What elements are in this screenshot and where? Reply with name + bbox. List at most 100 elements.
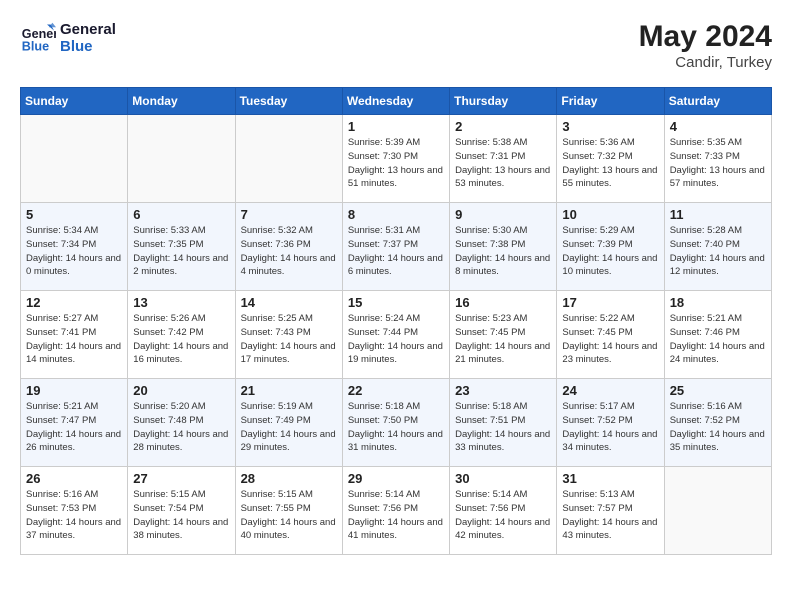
day-number: 9 — [455, 207, 551, 222]
calendar-cell: 5 Sunrise: 5:34 AM Sunset: 7:34 PM Dayli… — [21, 203, 128, 291]
calendar-table: SundayMondayTuesdayWednesdayThursdayFrid… — [20, 87, 772, 555]
day-number: 30 — [455, 471, 551, 486]
calendar-cell: 3 Sunrise: 5:36 AM Sunset: 7:32 PM Dayli… — [557, 115, 664, 203]
day-info: Sunrise: 5:23 AM Sunset: 7:45 PM Dayligh… — [455, 312, 551, 367]
day-info: Sunrise: 5:21 AM Sunset: 7:46 PM Dayligh… — [670, 312, 766, 367]
day-info: Sunrise: 5:34 AM Sunset: 7:34 PM Dayligh… — [26, 224, 122, 279]
day-number: 20 — [133, 383, 229, 398]
calendar-cell: 22 Sunrise: 5:18 AM Sunset: 7:50 PM Dayl… — [342, 379, 449, 467]
calendar-cell: 23 Sunrise: 5:18 AM Sunset: 7:51 PM Dayl… — [450, 379, 557, 467]
day-info: Sunrise: 5:32 AM Sunset: 7:36 PM Dayligh… — [241, 224, 337, 279]
calendar-cell: 8 Sunrise: 5:31 AM Sunset: 7:37 PM Dayli… — [342, 203, 449, 291]
day-number: 10 — [562, 207, 658, 222]
calendar-cell: 21 Sunrise: 5:19 AM Sunset: 7:49 PM Dayl… — [235, 379, 342, 467]
day-info: Sunrise: 5:30 AM Sunset: 7:38 PM Dayligh… — [455, 224, 551, 279]
day-number: 1 — [348, 119, 444, 134]
calendar-week-2: 5 Sunrise: 5:34 AM Sunset: 7:34 PM Dayli… — [21, 203, 772, 291]
calendar-week-1: 1 Sunrise: 5:39 AM Sunset: 7:30 PM Dayli… — [21, 115, 772, 203]
day-number: 3 — [562, 119, 658, 134]
day-info: Sunrise: 5:17 AM Sunset: 7:52 PM Dayligh… — [562, 400, 658, 455]
calendar-cell: 14 Sunrise: 5:25 AM Sunset: 7:43 PM Dayl… — [235, 291, 342, 379]
weekday-header-sunday: Sunday — [21, 88, 128, 115]
day-info: Sunrise: 5:15 AM Sunset: 7:54 PM Dayligh… — [133, 488, 229, 543]
day-info: Sunrise: 5:28 AM Sunset: 7:40 PM Dayligh… — [670, 224, 766, 279]
day-info: Sunrise: 5:14 AM Sunset: 7:56 PM Dayligh… — [348, 488, 444, 543]
weekday-header-monday: Monday — [128, 88, 235, 115]
day-number: 2 — [455, 119, 551, 134]
day-number: 16 — [455, 295, 551, 310]
calendar-cell: 6 Sunrise: 5:33 AM Sunset: 7:35 PM Dayli… — [128, 203, 235, 291]
calendar-cell — [128, 115, 235, 203]
weekday-header-wednesday: Wednesday — [342, 88, 449, 115]
day-number: 4 — [670, 119, 766, 134]
calendar-cell: 26 Sunrise: 5:16 AM Sunset: 7:53 PM Dayl… — [21, 467, 128, 555]
day-number: 28 — [241, 471, 337, 486]
day-info: Sunrise: 5:20 AM Sunset: 7:48 PM Dayligh… — [133, 400, 229, 455]
day-info: Sunrise: 5:16 AM Sunset: 7:53 PM Dayligh… — [26, 488, 122, 543]
calendar-cell: 28 Sunrise: 5:15 AM Sunset: 7:55 PM Dayl… — [235, 467, 342, 555]
calendar-cell: 12 Sunrise: 5:27 AM Sunset: 7:41 PM Dayl… — [21, 291, 128, 379]
title-block: May 2024 Candir, Turkey — [639, 20, 772, 71]
day-number: 12 — [26, 295, 122, 310]
calendar-cell: 20 Sunrise: 5:20 AM Sunset: 7:48 PM Dayl… — [128, 379, 235, 467]
calendar-cell: 30 Sunrise: 5:14 AM Sunset: 7:56 PM Dayl… — [450, 467, 557, 555]
day-number: 6 — [133, 207, 229, 222]
calendar-cell: 18 Sunrise: 5:21 AM Sunset: 7:46 PM Dayl… — [664, 291, 771, 379]
day-number: 19 — [26, 383, 122, 398]
page-header: General Blue General Blue May 2024 Candi… — [20, 20, 772, 71]
calendar-cell: 25 Sunrise: 5:16 AM Sunset: 7:52 PM Dayl… — [664, 379, 771, 467]
calendar-cell: 2 Sunrise: 5:38 AM Sunset: 7:31 PM Dayli… — [450, 115, 557, 203]
calendar-week-5: 26 Sunrise: 5:16 AM Sunset: 7:53 PM Dayl… — [21, 467, 772, 555]
calendar-cell: 7 Sunrise: 5:32 AM Sunset: 7:36 PM Dayli… — [235, 203, 342, 291]
calendar-cell: 9 Sunrise: 5:30 AM Sunset: 7:38 PM Dayli… — [450, 203, 557, 291]
day-info: Sunrise: 5:14 AM Sunset: 7:56 PM Dayligh… — [455, 488, 551, 543]
day-number: 23 — [455, 383, 551, 398]
day-number: 24 — [562, 383, 658, 398]
day-info: Sunrise: 5:33 AM Sunset: 7:35 PM Dayligh… — [133, 224, 229, 279]
day-info: Sunrise: 5:29 AM Sunset: 7:39 PM Dayligh… — [562, 224, 658, 279]
calendar-cell: 19 Sunrise: 5:21 AM Sunset: 7:47 PM Dayl… — [21, 379, 128, 467]
location: Candir, Turkey — [639, 54, 772, 71]
calendar-cell: 27 Sunrise: 5:15 AM Sunset: 7:54 PM Dayl… — [128, 467, 235, 555]
calendar-cell: 29 Sunrise: 5:14 AM Sunset: 7:56 PM Dayl… — [342, 467, 449, 555]
day-info: Sunrise: 5:31 AM Sunset: 7:37 PM Dayligh… — [348, 224, 444, 279]
day-number: 17 — [562, 295, 658, 310]
day-info: Sunrise: 5:36 AM Sunset: 7:32 PM Dayligh… — [562, 136, 658, 191]
day-number: 11 — [670, 207, 766, 222]
day-info: Sunrise: 5:18 AM Sunset: 7:50 PM Dayligh… — [348, 400, 444, 455]
calendar-cell: 31 Sunrise: 5:13 AM Sunset: 7:57 PM Dayl… — [557, 467, 664, 555]
day-number: 25 — [670, 383, 766, 398]
calendar-cell: 11 Sunrise: 5:28 AM Sunset: 7:40 PM Dayl… — [664, 203, 771, 291]
day-number: 29 — [348, 471, 444, 486]
calendar-cell: 13 Sunrise: 5:26 AM Sunset: 7:42 PM Dayl… — [128, 291, 235, 379]
day-info: Sunrise: 5:15 AM Sunset: 7:55 PM Dayligh… — [241, 488, 337, 543]
month-year: May 2024 — [639, 20, 772, 54]
day-info: Sunrise: 5:38 AM Sunset: 7:31 PM Dayligh… — [455, 136, 551, 191]
day-info: Sunrise: 5:27 AM Sunset: 7:41 PM Dayligh… — [26, 312, 122, 367]
day-number: 8 — [348, 207, 444, 222]
calendar-week-3: 12 Sunrise: 5:27 AM Sunset: 7:41 PM Dayl… — [21, 291, 772, 379]
weekday-header-friday: Friday — [557, 88, 664, 115]
day-info: Sunrise: 5:26 AM Sunset: 7:42 PM Dayligh… — [133, 312, 229, 367]
day-number: 5 — [26, 207, 122, 222]
day-number: 21 — [241, 383, 337, 398]
day-number: 14 — [241, 295, 337, 310]
logo: General Blue General Blue — [20, 20, 116, 56]
day-info: Sunrise: 5:24 AM Sunset: 7:44 PM Dayligh… — [348, 312, 444, 367]
calendar-cell: 16 Sunrise: 5:23 AM Sunset: 7:45 PM Dayl… — [450, 291, 557, 379]
day-info: Sunrise: 5:16 AM Sunset: 7:52 PM Dayligh… — [670, 400, 766, 455]
day-number: 7 — [241, 207, 337, 222]
calendar-cell: 1 Sunrise: 5:39 AM Sunset: 7:30 PM Dayli… — [342, 115, 449, 203]
day-number: 13 — [133, 295, 229, 310]
day-number: 27 — [133, 471, 229, 486]
day-number: 15 — [348, 295, 444, 310]
svg-text:Blue: Blue — [22, 40, 49, 54]
day-info: Sunrise: 5:39 AM Sunset: 7:30 PM Dayligh… — [348, 136, 444, 191]
day-info: Sunrise: 5:13 AM Sunset: 7:57 PM Dayligh… — [562, 488, 658, 543]
day-info: Sunrise: 5:18 AM Sunset: 7:51 PM Dayligh… — [455, 400, 551, 455]
day-info: Sunrise: 5:19 AM Sunset: 7:49 PM Dayligh… — [241, 400, 337, 455]
logo-icon: General Blue — [20, 20, 56, 56]
logo-text-general: General — [60, 21, 116, 38]
calendar-week-4: 19 Sunrise: 5:21 AM Sunset: 7:47 PM Dayl… — [21, 379, 772, 467]
calendar-cell — [235, 115, 342, 203]
